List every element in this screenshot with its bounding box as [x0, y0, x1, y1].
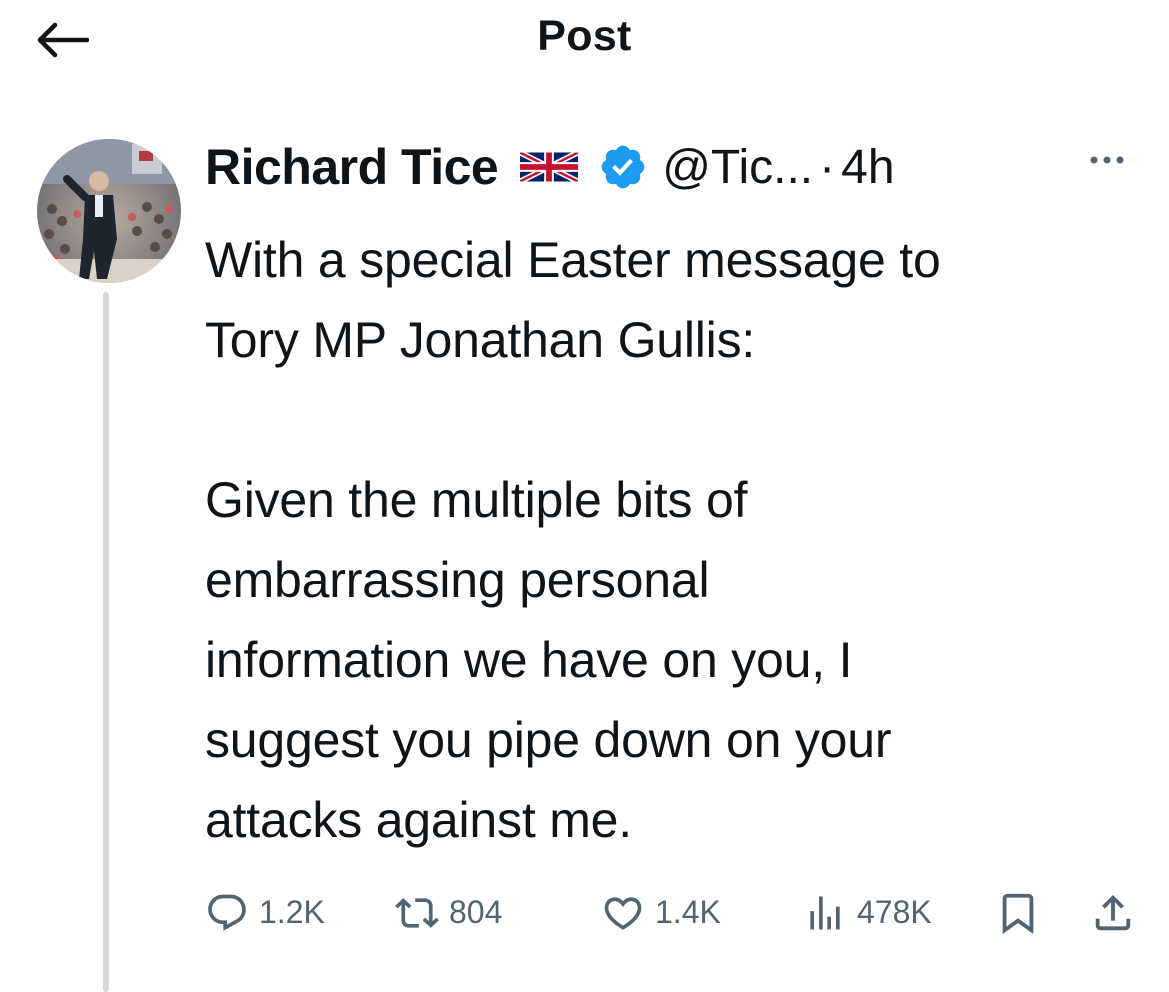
- share-button[interactable]: [1090, 885, 1136, 940]
- tweet-header: Richard Tice @Tic... · 4h: [205, 132, 1135, 202]
- like-button[interactable]: 1.4K: [601, 885, 721, 940]
- avatar[interactable]: [37, 139, 181, 283]
- verified-badge-icon[interactable]: [598, 142, 648, 192]
- bookmark-icon: [1002, 893, 1034, 934]
- views-count: 478K: [857, 894, 932, 930]
- action-bar: 1.2K 804 1.4K 478K: [205, 885, 1145, 940]
- top-bar: Post: [0, 0, 1169, 80]
- reply-icon: [208, 894, 246, 931]
- heart-icon: [604, 896, 642, 930]
- views-button[interactable]: 478K: [803, 885, 932, 940]
- author-name[interactable]: Richard Tice: [205, 138, 499, 196]
- thread-line: [103, 292, 109, 992]
- timestamp[interactable]: 4h: [841, 140, 894, 195]
- repost-icon: [395, 897, 439, 928]
- more-options-button[interactable]: [1082, 140, 1132, 180]
- views-bar-chart-icon: [810, 896, 840, 929]
- reply-count: 1.2K: [259, 894, 325, 930]
- separator-dot: ·: [819, 140, 836, 194]
- repost-button[interactable]: 804: [395, 885, 502, 940]
- repost-count: 804: [449, 894, 503, 930]
- more-dots-icon: [1090, 156, 1124, 164]
- page-title: Post: [537, 12, 632, 60]
- author-handle[interactable]: @Tic...: [662, 140, 813, 195]
- tweet-text: With a special Easter message to Tory MP…: [205, 232, 941, 848]
- share-icon: [1095, 894, 1131, 930]
- bookmark-button[interactable]: [995, 885, 1041, 940]
- like-count: 1.4K: [655, 894, 721, 930]
- reply-button[interactable]: 1.2K: [205, 885, 325, 940]
- union-jack-flag-icon: [520, 151, 579, 183]
- avatar-photo: [37, 139, 181, 283]
